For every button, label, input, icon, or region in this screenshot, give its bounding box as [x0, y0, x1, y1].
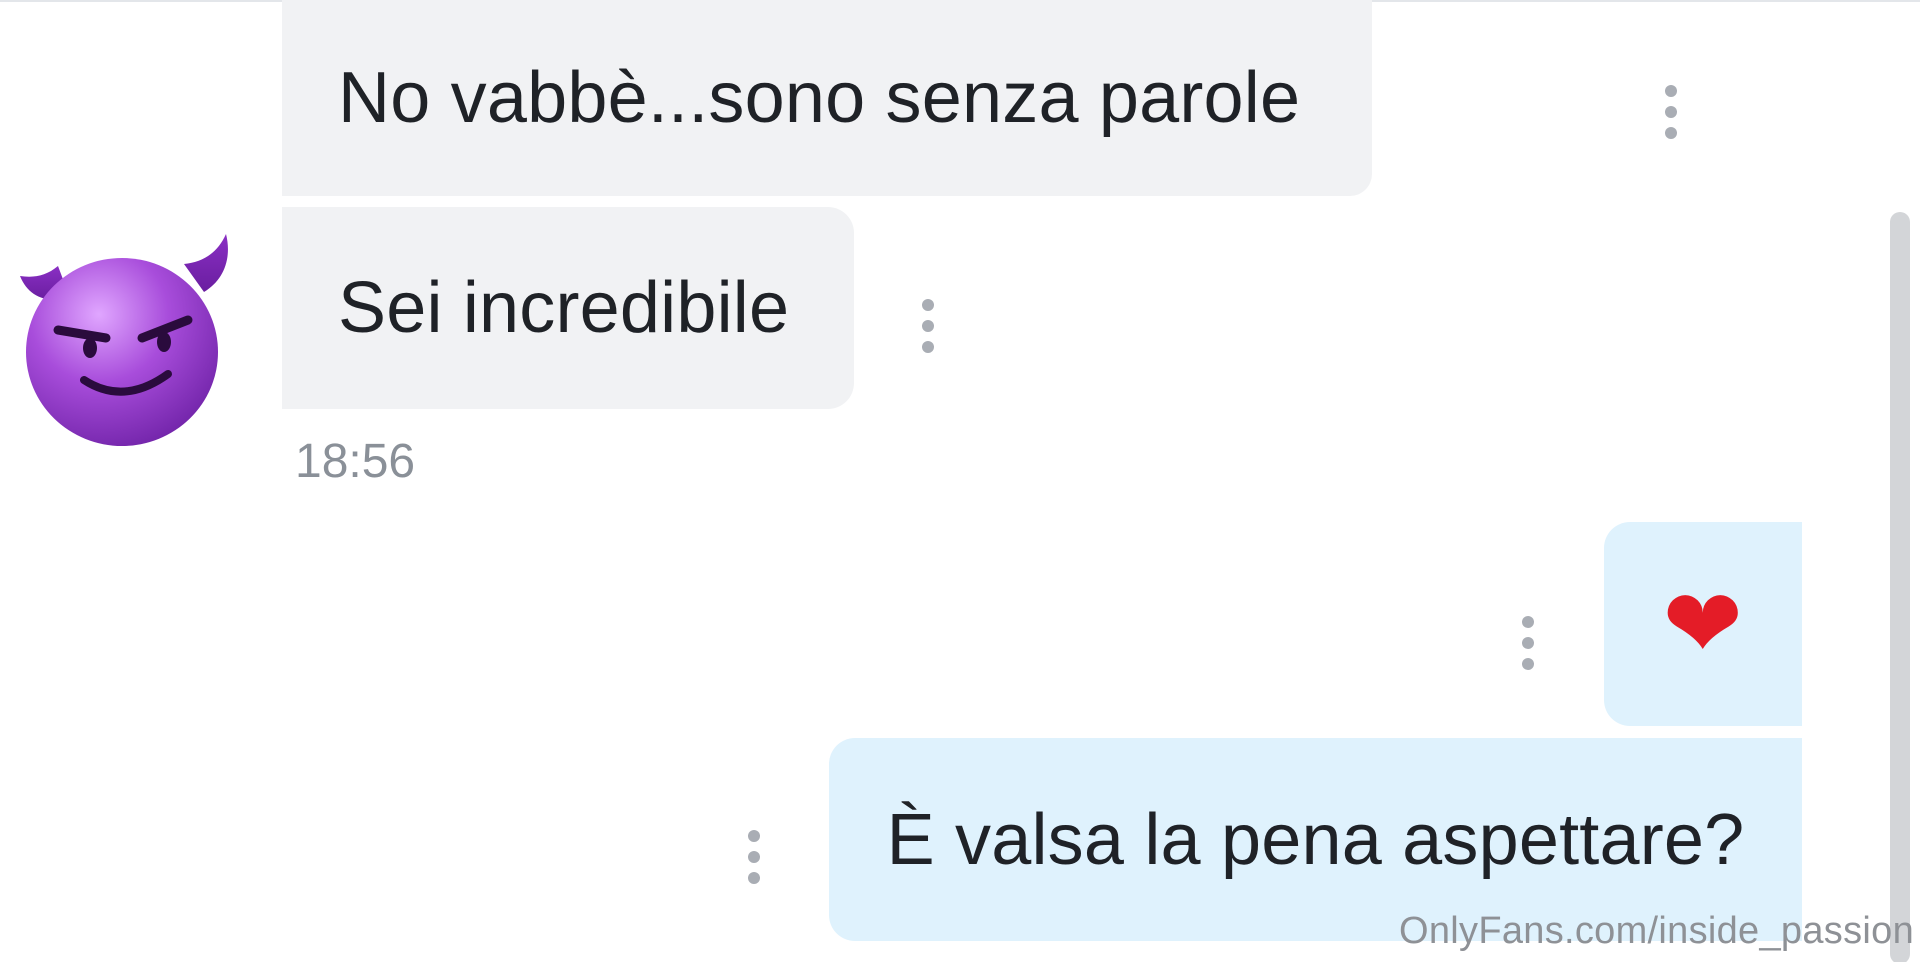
message-text: Sei incredibile [338, 268, 790, 348]
avatar[interactable] [18, 234, 243, 449]
message-timestamp: 18:56 [295, 435, 416, 488]
message-text: No vabbè...sono senza parole [338, 58, 1301, 138]
message-text: È valsa la pena aspettare? [886, 799, 1745, 880]
more-vertical-icon[interactable] [1661, 85, 1681, 139]
heart-emoji-icon: ❤ [1662, 568, 1744, 680]
watermark: OnlyFans.com/inside_passion [1398, 910, 1914, 952]
sent-message-bubble[interactable]: ❤ [1604, 522, 1802, 726]
received-message-bubble[interactable]: Sei incredibile [282, 207, 854, 409]
received-message-bubble[interactable]: No vabbè...sono senza parole [282, 0, 1372, 196]
more-vertical-icon[interactable] [1518, 616, 1538, 670]
more-vertical-icon[interactable] [744, 830, 764, 884]
smiling-devil-emoji-icon [20, 234, 228, 446]
scrollbar[interactable] [1890, 212, 1910, 962]
more-vertical-icon[interactable] [918, 299, 938, 353]
chat-conversation: No vabbè...sono senza parole Sei incredi… [0, 0, 1920, 962]
